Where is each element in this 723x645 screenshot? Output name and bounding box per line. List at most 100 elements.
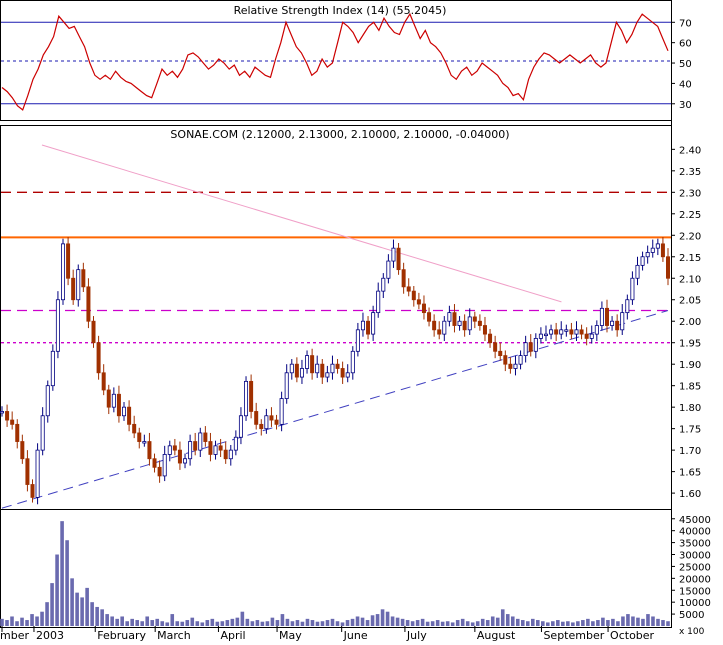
volume-bar xyxy=(616,621,620,626)
volume-bar xyxy=(225,620,230,626)
price-bar xyxy=(284,372,289,399)
volume-bar xyxy=(165,622,170,626)
price-bar xyxy=(122,406,127,417)
volume-bar xyxy=(520,620,525,626)
price-bar xyxy=(386,260,391,279)
volume-bar xyxy=(180,621,185,626)
price-bar xyxy=(172,445,177,451)
volume-bar xyxy=(606,620,610,626)
volume-bar xyxy=(631,616,635,626)
volume-bar xyxy=(200,622,205,626)
volume-bar xyxy=(115,618,119,626)
price-bar xyxy=(315,363,320,374)
volume-bar xyxy=(495,617,500,626)
price-bar xyxy=(30,484,35,498)
price-bar xyxy=(427,312,432,322)
volume-bar xyxy=(485,620,490,626)
price-bar xyxy=(86,286,91,322)
price-bar xyxy=(106,389,111,408)
volume-bar xyxy=(596,620,600,626)
price-bar xyxy=(162,454,167,477)
volume-bar xyxy=(345,620,350,626)
price-bar xyxy=(111,393,116,408)
price-bar xyxy=(132,423,137,434)
price-bar xyxy=(376,290,381,314)
price-bar xyxy=(76,269,81,301)
volume-bar xyxy=(125,621,129,626)
volume-bar xyxy=(395,617,400,626)
price-bar xyxy=(513,363,518,369)
volume-bar xyxy=(510,616,515,626)
price-bar xyxy=(96,342,101,374)
volume-bar xyxy=(305,618,310,626)
volume-bar xyxy=(95,606,99,626)
volume-bar xyxy=(475,621,480,626)
volume-bar xyxy=(130,618,134,626)
price-bar xyxy=(523,342,528,356)
volume-bar xyxy=(135,620,140,626)
volume-bar xyxy=(586,618,590,626)
price-bar xyxy=(264,415,269,430)
price-bar xyxy=(620,312,625,331)
volume-unit-label: x 100 xyxy=(679,627,705,637)
price-bar xyxy=(355,329,360,352)
volume-bar xyxy=(621,616,625,626)
volume-bar xyxy=(546,622,550,626)
volume-bar xyxy=(425,621,430,626)
volume-bar xyxy=(210,618,215,626)
x-tick-label: September xyxy=(543,629,604,641)
price-tick-label: 2.05 xyxy=(679,296,701,307)
volume-bar xyxy=(120,616,124,626)
price-bar xyxy=(533,338,538,352)
price-bar xyxy=(610,320,615,326)
price-bar xyxy=(71,277,76,301)
volume-bar xyxy=(525,621,530,626)
price-bar xyxy=(45,385,50,417)
price-bar xyxy=(345,372,350,378)
volume-bar xyxy=(430,621,435,626)
volume-bar xyxy=(435,620,440,626)
price-bar xyxy=(666,256,671,279)
price-bar xyxy=(279,398,284,425)
volume-bar xyxy=(576,621,580,626)
price-tick-label: 1.60 xyxy=(679,489,701,500)
price-bar xyxy=(223,449,228,460)
price-bar xyxy=(35,449,40,498)
rsi-title: Relative Strength Index (14) (55.2045) xyxy=(234,4,447,17)
price-bar xyxy=(340,368,345,378)
volume-bar xyxy=(270,617,275,626)
price-bar xyxy=(589,333,594,339)
volume-bar xyxy=(290,621,295,626)
price-bar xyxy=(183,458,188,464)
volume-bar xyxy=(315,621,320,626)
price-bar xyxy=(330,363,335,374)
price-tick-label: 1.85 xyxy=(679,382,701,393)
price-bar xyxy=(101,372,106,391)
volume-bar xyxy=(25,620,29,626)
volume-bar xyxy=(556,620,560,626)
volume-bar xyxy=(80,597,84,626)
volume-bar xyxy=(515,618,520,626)
volume-bar xyxy=(105,614,109,626)
volume-bar xyxy=(195,621,200,626)
volume-bar xyxy=(285,618,290,626)
price-bar xyxy=(305,355,310,369)
x-tick-label: June xyxy=(343,629,368,641)
price-bar xyxy=(66,243,71,279)
price-bar xyxy=(452,312,457,326)
x-tick-label: August xyxy=(477,629,516,641)
volume-bar xyxy=(591,621,595,626)
price-bar xyxy=(325,372,330,378)
volume-bar xyxy=(505,614,510,626)
price-bar xyxy=(127,406,132,425)
price-tick-label: 2.20 xyxy=(679,231,701,242)
price-bar xyxy=(574,329,579,335)
price-bar xyxy=(493,342,498,352)
volume-bar xyxy=(410,621,415,626)
price-tick-label: 2.15 xyxy=(679,253,701,264)
price-bar xyxy=(274,419,279,425)
volume-bar xyxy=(90,602,94,626)
price-bar xyxy=(594,325,599,335)
price-bar xyxy=(20,441,25,460)
price-bar xyxy=(213,445,218,455)
